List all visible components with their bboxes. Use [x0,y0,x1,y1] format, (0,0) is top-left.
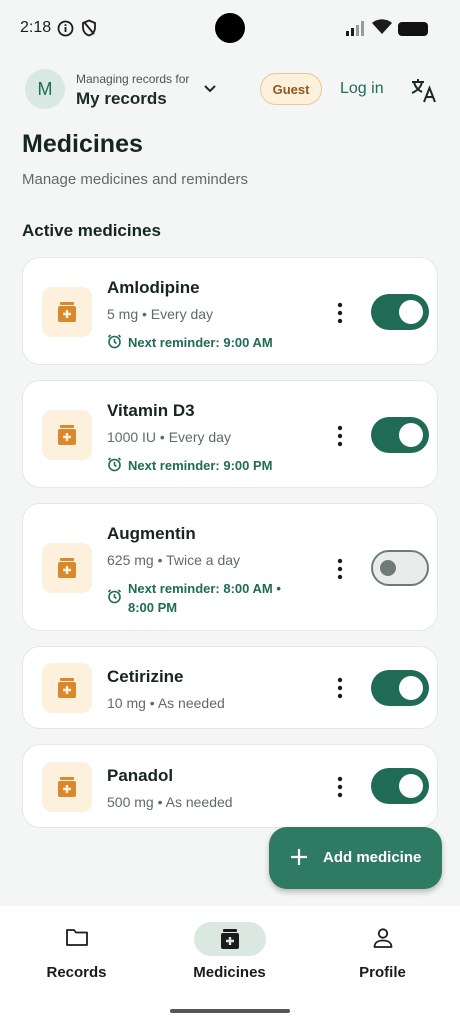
medicine-card[interactable]: Panadol 500 mg • As needed [22,744,438,828]
alarm-icon [107,334,122,349]
nav-label-records: Records [46,964,107,981]
next-reminder: Next reminder: 9:00 PM [107,456,308,475]
more-options-icon[interactable] [332,774,348,800]
avatar-initial: M [37,78,53,99]
page-title: Medicines [22,130,143,158]
medicine-name: Panadol [107,766,174,785]
medicine-dose: 5 mg • Every day [107,306,214,322]
reminder-toggle[interactable] [371,768,429,804]
folder-icon [66,929,88,946]
medicine-card[interactable]: Augmentin 625 mg • Twice a day Next remi… [22,503,438,631]
account-switcher[interactable]: My records [76,89,167,109]
page-subtitle: Manage medicines and reminders [22,171,248,188]
reminder-toggle[interactable] [371,670,429,706]
camera-cutout [215,13,245,43]
next-reminder-text: Next reminder: 9:00 AM [128,335,273,350]
nav-item-records[interactable]: Records [0,906,153,996]
info-icon [57,20,74,37]
medicine-icon [42,663,92,713]
reminder-toggle[interactable] [371,417,429,453]
nav-item-medicines[interactable]: Medicines [153,906,306,996]
chevron-down-icon[interactable] [203,84,217,94]
medicine-dose: 10 mg • As needed [107,695,225,711]
medicine-name: Cetirizine [107,667,184,686]
battery-icon [398,22,428,36]
login-button[interactable]: Log in [340,80,384,98]
status-time: 2:18 [20,19,52,36]
status-bar: 2:18 [0,0,460,58]
medicine-card[interactable]: Amlodipine 5 mg • Every day Next reminde… [22,257,438,365]
next-reminder-text: Next reminder: 9:00 PM [128,458,273,473]
medicine-dose: 500 mg • As needed [107,794,233,810]
guest-badge: Guest [260,73,322,105]
toggle-knob [399,423,423,447]
medicine-icon [221,929,239,949]
wifi-icon [372,19,392,34]
person-icon [373,928,393,948]
medicine-dose: 625 mg • Twice a day [107,552,241,568]
toggle-knob [399,300,423,324]
toggle-knob [399,774,423,798]
nav-label-medicines: Medicines [193,964,266,981]
medicine-icon [42,287,92,337]
more-options-icon[interactable] [332,423,348,449]
next-reminder: Next reminder: 8:00 AM • 8:00 PM [107,579,298,617]
medicine-name: Augmentin [107,524,196,543]
home-indicator[interactable] [170,1009,290,1013]
account-caption: Managing records for [76,72,190,86]
medicine-icon [42,543,92,593]
toggle-knob [399,676,423,700]
medicine-name: Amlodipine [107,278,200,297]
nav-label-profile: Profile [359,964,406,981]
signal-icon [346,21,364,36]
alarm-icon [107,589,122,604]
translate-icon[interactable] [410,77,438,103]
reminder-toggle[interactable] [371,550,429,586]
medicine-card[interactable]: Cetirizine 10 mg • As needed [22,646,438,729]
plus-icon [291,849,307,865]
shield-off-icon [82,19,96,37]
next-reminder-text: Next reminder: 8:00 AM • 8:00 PM [128,581,281,615]
medicine-name: Vitamin D3 [107,401,195,420]
add-medicine-label: Add medicine [323,849,422,866]
avatar[interactable]: M [25,69,65,109]
medicine-dose: 1000 IU • Every day [107,429,231,445]
section-title: Active medicines [22,221,161,240]
bottom-navigation: Records Medicines Profile [0,906,460,1024]
next-reminder: Next reminder: 9:00 AM [107,333,308,352]
more-options-icon[interactable] [332,556,348,582]
medicine-card[interactable]: Vitamin D3 1000 IU • Every day Next remi… [22,380,438,488]
nav-item-profile[interactable]: Profile [306,906,459,996]
more-options-icon[interactable] [332,675,348,701]
alarm-icon [107,457,122,472]
toggle-knob [380,560,396,576]
medicine-icon [42,762,92,812]
add-medicine-button[interactable]: Add medicine [269,827,442,889]
more-options-icon[interactable] [332,300,348,326]
reminder-toggle[interactable] [371,294,429,330]
medicine-icon [42,410,92,460]
